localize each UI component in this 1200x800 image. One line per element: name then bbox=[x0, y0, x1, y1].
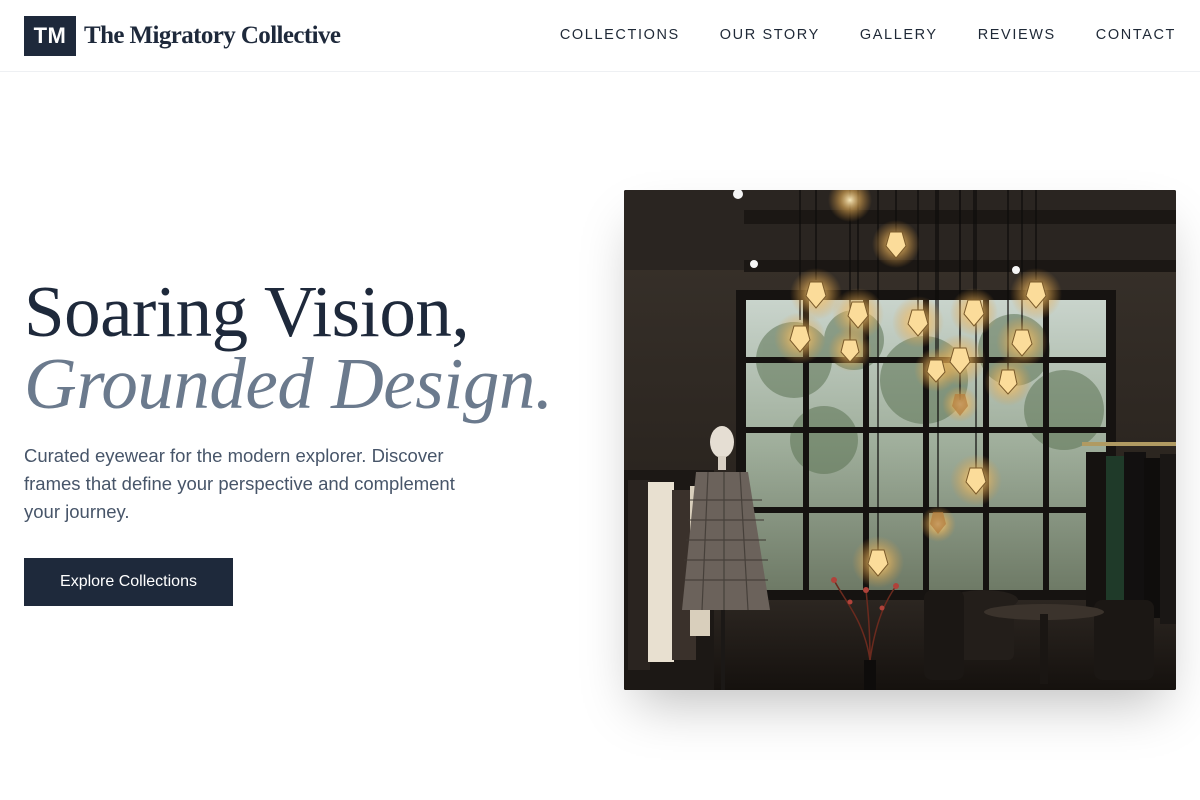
logo[interactable]: TM The Migratory Collective bbox=[24, 16, 341, 56]
nav-collections[interactable]: COLLECTIONS bbox=[560, 27, 680, 43]
hero-subtitle: Curated eyewear for the modern explorer.… bbox=[24, 445, 455, 522]
nav-our-story[interactable]: OUR STORY bbox=[720, 27, 820, 43]
nav-contact[interactable]: CONTACT bbox=[1096, 27, 1176, 43]
logo-name: The Migratory Collective bbox=[84, 22, 341, 49]
logo-mark: TM bbox=[24, 16, 76, 56]
site-header: TM The Migratory Collective COLLECTIONS … bbox=[0, 0, 1200, 72]
nav-gallery[interactable]: GALLERY bbox=[860, 27, 938, 43]
main-nav: COLLECTIONS OUR STORY GALLERY REVIEWS CO… bbox=[560, 0, 1176, 70]
hero-title-line1: Soaring Vision, bbox=[24, 271, 470, 352]
hero-title: Soaring Vision, Grounded Design. bbox=[24, 271, 553, 424]
boutique-interior-illustration bbox=[624, 190, 1176, 690]
hero-title-line2: Grounded Design. bbox=[24, 343, 553, 424]
nav-reviews[interactable]: REVIEWS bbox=[978, 27, 1056, 43]
explore-collections-button[interactable]: Explore Collections bbox=[24, 558, 233, 606]
hero-image bbox=[624, 190, 1176, 690]
